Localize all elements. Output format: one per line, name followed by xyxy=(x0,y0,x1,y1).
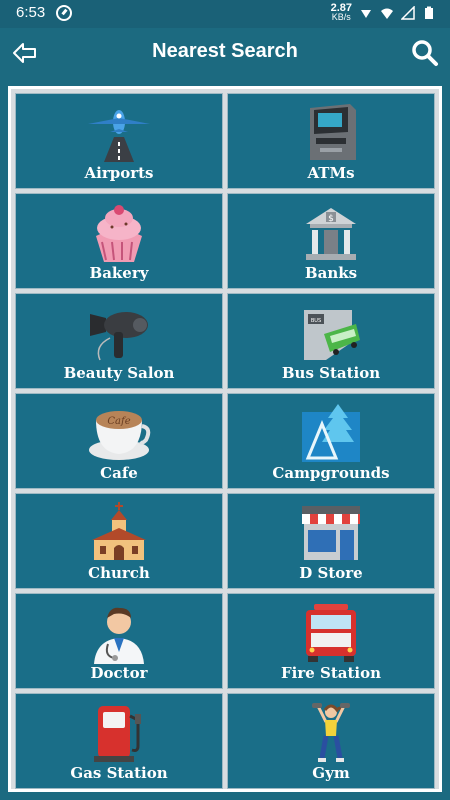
search-icon[interactable] xyxy=(410,38,440,68)
status-indicators: 2.87 KB/s xyxy=(331,3,436,22)
category-tile-cafe[interactable]: Cafe Cafe xyxy=(15,393,223,489)
cell-signal-icon xyxy=(401,6,415,20)
category-tile-beauty-salon[interactable]: Beauty Salon xyxy=(15,293,223,389)
category-label: Campgrounds xyxy=(272,464,390,482)
category-label: Cafe xyxy=(100,464,138,482)
category-tile-doctor[interactable]: Doctor xyxy=(15,593,223,689)
fire-truck-icon xyxy=(306,604,356,662)
category-tile-atms[interactable]: ATMs xyxy=(227,93,435,189)
cupcake-icon xyxy=(96,205,142,262)
airplane-icon xyxy=(88,110,150,162)
category-label: Fire Station xyxy=(280,664,382,682)
bank-building-icon: $ xyxy=(306,208,356,260)
category-label: Gym xyxy=(312,764,350,782)
category-grid-frame: Airports ATMs Bakery $ Banks Beauty Salo… xyxy=(8,86,442,792)
svg-text:Cafe: Cafe xyxy=(107,416,130,427)
category-label: ATMs xyxy=(307,164,355,182)
category-tile-campgrounds[interactable]: Campgrounds xyxy=(227,393,435,489)
status-time: 6:53 xyxy=(16,4,46,21)
wifi-icon xyxy=(381,8,393,19)
category-label: Doctor xyxy=(90,664,148,682)
store-front-icon xyxy=(302,506,360,560)
doctor-icon xyxy=(94,607,144,664)
bus-stop-icon: BUS xyxy=(304,310,360,360)
category-tile-airports[interactable]: Airports xyxy=(15,93,223,189)
svg-text:$: $ xyxy=(328,214,334,224)
category-label: D Store xyxy=(299,564,363,582)
category-label: Bus Station xyxy=(281,364,381,382)
category-tile-bus-station[interactable]: BUS Bus Station xyxy=(227,293,435,389)
signal-icon xyxy=(361,10,371,18)
data-saver-icon xyxy=(56,5,72,21)
app-bar: Nearest Search xyxy=(0,28,450,78)
category-tile-bakery[interactable]: Bakery xyxy=(15,193,223,289)
battery-icon xyxy=(425,6,433,19)
network-speed: 2.87 KB/s xyxy=(331,3,352,22)
svg-text:BUS: BUS xyxy=(311,318,321,324)
category-tile-gas-station[interactable]: Gas Station xyxy=(15,693,223,789)
category-label: Gas Station xyxy=(70,764,168,782)
category-label: Airports xyxy=(84,164,154,182)
category-label: Bakery xyxy=(89,264,149,282)
network-speed-unit: KB/s xyxy=(331,12,351,22)
category-grid: Airports ATMs Bakery $ Banks Beauty Salo… xyxy=(15,93,435,789)
category-label: Beauty Salon xyxy=(63,364,175,382)
status-bar: 6:53 2.87 KB/s xyxy=(0,0,450,28)
category-tile-banks[interactable]: $ Banks xyxy=(227,193,435,289)
category-label: Banks xyxy=(304,264,358,282)
category-tile-d-store[interactable]: D Store xyxy=(227,493,435,589)
gas-pump-icon xyxy=(94,706,141,762)
coffee-cup-icon: Cafe xyxy=(89,411,151,460)
category-tile-church[interactable]: Church xyxy=(15,493,223,589)
hair-dryer-icon xyxy=(90,312,148,361)
category-label: Church xyxy=(88,564,150,582)
category-tile-gym[interactable]: Gym xyxy=(227,693,435,789)
atm-machine-icon xyxy=(310,104,356,160)
category-tile-fire-station[interactable]: Fire Station xyxy=(227,593,435,689)
camping-tent-icon xyxy=(302,404,360,462)
fitness-woman-icon xyxy=(312,703,350,762)
page-title: Nearest Search xyxy=(152,40,298,62)
church-icon xyxy=(92,502,146,560)
